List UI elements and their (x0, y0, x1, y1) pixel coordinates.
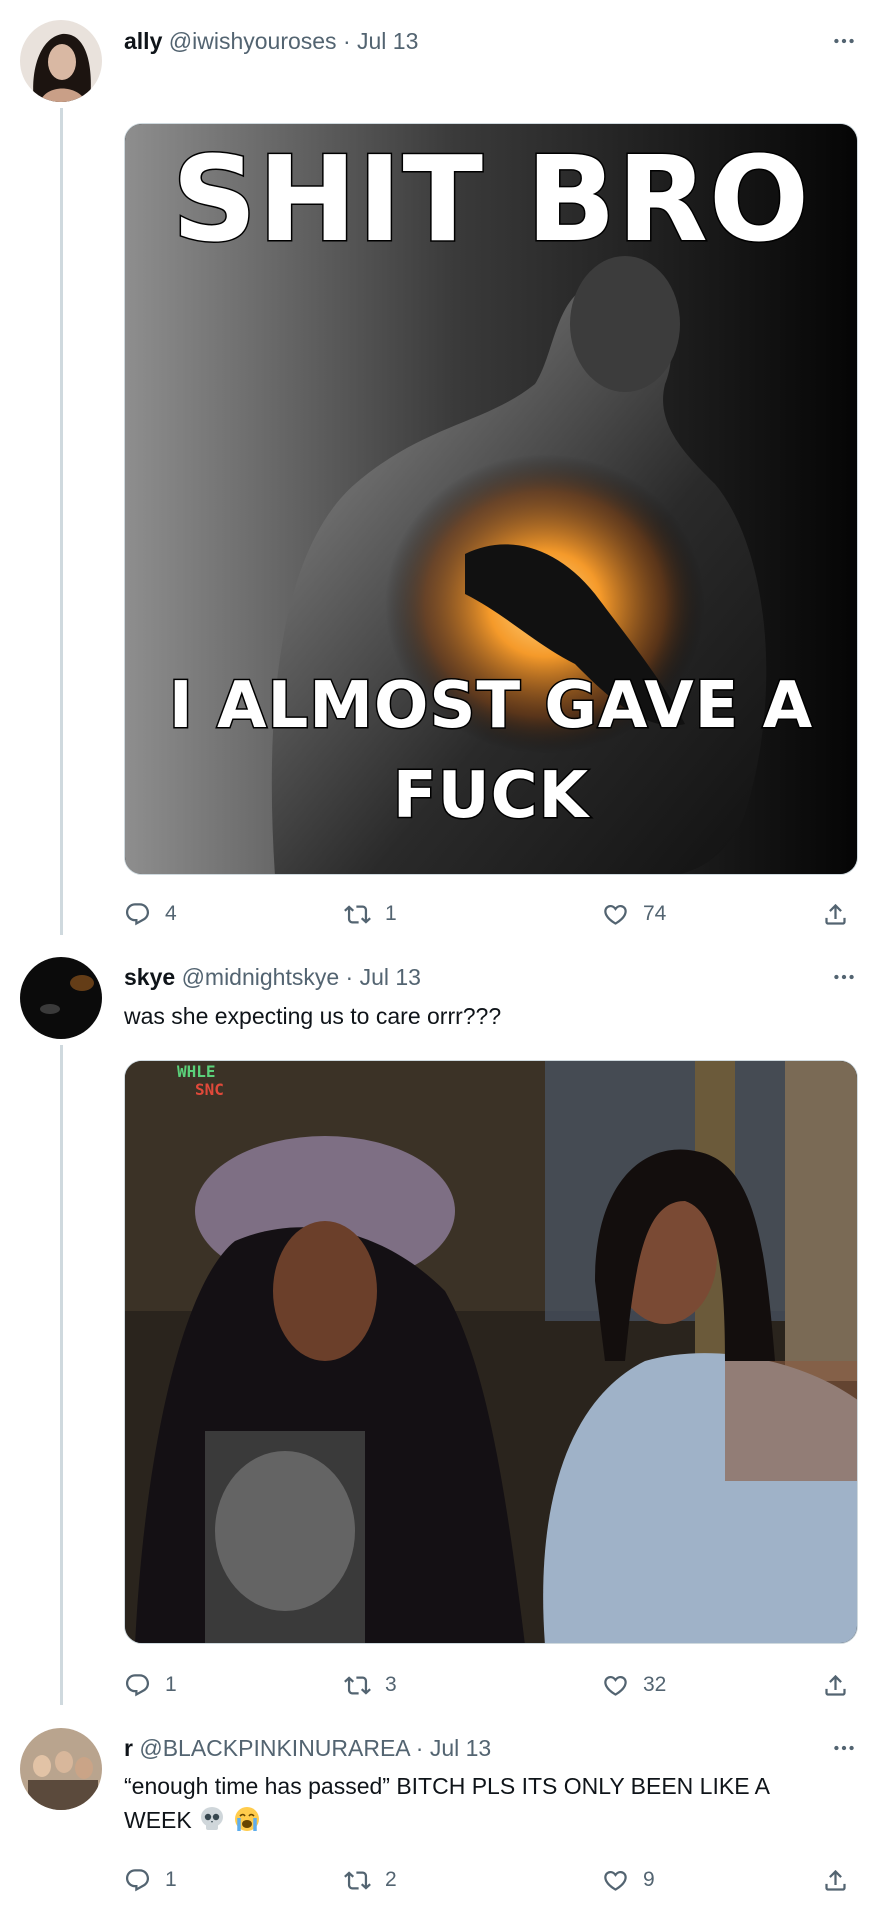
retweet-count: 2 (385, 1868, 397, 1891)
retweet-count: 1 (385, 902, 397, 925)
share-button[interactable] (822, 1863, 849, 1897)
crying-emoji (234, 1807, 259, 1831)
retweet-button[interactable]: 2 (344, 1863, 397, 1897)
tweet[interactable]: r @BLACKPINKINURAREA · Jul 13 “enough ti… (0, 1705, 881, 1920)
reply-icon (124, 901, 151, 928)
handle-date[interactable]: @midnightskye · Jul 13 (182, 964, 421, 990)
tweet-text-line-2: WEEK (124, 1803, 844, 1837)
retweet-button[interactable]: 3 (344, 1668, 397, 1702)
tweet-header: skye @midnightskye · Jul 13 (124, 962, 421, 992)
tweet[interactable]: ally @iwishyouroses · Jul 13 SHIT BRO I … (0, 0, 881, 935)
tweet-actions: 1 2 9 (124, 1863, 858, 1897)
thread-line (60, 108, 63, 935)
skull-emoji (201, 1807, 224, 1830)
display-name[interactable]: r (124, 1735, 133, 1761)
handle-date[interactable]: @iwishyouroses · Jul 13 (169, 28, 419, 54)
display-name[interactable]: ally (124, 28, 162, 54)
handle-date[interactable]: @BLACKPINKINURAREA · Jul 13 (139, 1735, 491, 1761)
more-icon[interactable] (829, 26, 859, 56)
share-button[interactable] (822, 897, 849, 931)
retweet-count: 3 (385, 1673, 397, 1696)
reply-count: 4 (165, 902, 177, 925)
share-icon (822, 1867, 849, 1894)
meme-bottom-text: I ALMOST GAVE A (167, 668, 814, 745)
tweet-image[interactable]: SHIT BRO I ALMOST GAVE A FUCK (124, 123, 858, 875)
more-icon[interactable] (829, 962, 859, 992)
reply-button[interactable]: 1 (124, 1668, 177, 1702)
tweet-text: was she expecting us to care orrr??? (124, 1003, 502, 1029)
reply-count: 1 (165, 1673, 177, 1696)
tweet-text-line-2-text: WEEK (124, 1807, 192, 1833)
sign-text-top: WHLE (177, 1062, 216, 1081)
tweet-actions: 4 1 74 (124, 897, 858, 931)
tweet-actions: 1 3 32 (124, 1668, 858, 1702)
retweet-button[interactable]: 1 (344, 897, 397, 931)
share-icon (822, 1672, 849, 1699)
share-button[interactable] (822, 1668, 849, 1702)
like-button[interactable]: 32 (602, 1668, 666, 1702)
tweet-image[interactable]: WHLE SNC (124, 1060, 858, 1644)
tweet-header: r @BLACKPINKINURAREA · Jul 13 (124, 1733, 491, 1763)
tweet[interactable]: skye @midnightskye · Jul 13 was she expe… (0, 935, 881, 1705)
more-icon[interactable] (829, 1733, 859, 1763)
like-count: 74 (643, 902, 667, 925)
tweet-text-line-1: “enough time has passed” BITCH PLS ITS O… (124, 1773, 770, 1799)
like-button[interactable]: 9 (602, 1863, 655, 1897)
reply-icon (124, 1867, 151, 1894)
retweet-icon (344, 901, 371, 928)
heart-icon (602, 1867, 629, 1894)
thread-line (60, 1045, 63, 1705)
tweet-text: “enough time has passed” BITCH PLS ITS O… (124, 1769, 844, 1837)
heart-icon (602, 901, 629, 928)
retweet-icon (344, 1867, 371, 1894)
retweet-icon (344, 1672, 371, 1699)
meme-bottom-text-2: FUCK (391, 758, 590, 835)
avatar[interactable] (20, 1728, 102, 1810)
like-button[interactable]: 74 (602, 897, 666, 931)
sign-text-bottom: SNC (195, 1080, 224, 1099)
reply-icon (124, 1672, 151, 1699)
like-count: 32 (643, 1673, 667, 1696)
display-name[interactable]: skye (124, 964, 175, 990)
tweet-header: ally @iwishyouroses · Jul 13 (124, 26, 418, 56)
avatar[interactable] (20, 20, 102, 102)
reply-button[interactable]: 1 (124, 1863, 177, 1897)
share-icon (822, 901, 849, 928)
like-count: 9 (643, 1868, 655, 1891)
heart-icon (602, 1672, 629, 1699)
tv-sign: WHLE SNC (177, 1063, 224, 1099)
reply-button[interactable]: 4 (124, 897, 177, 931)
avatar[interactable] (20, 957, 102, 1039)
reply-count: 1 (165, 1868, 177, 1891)
meme-top-text: SHIT BRO (170, 129, 811, 270)
